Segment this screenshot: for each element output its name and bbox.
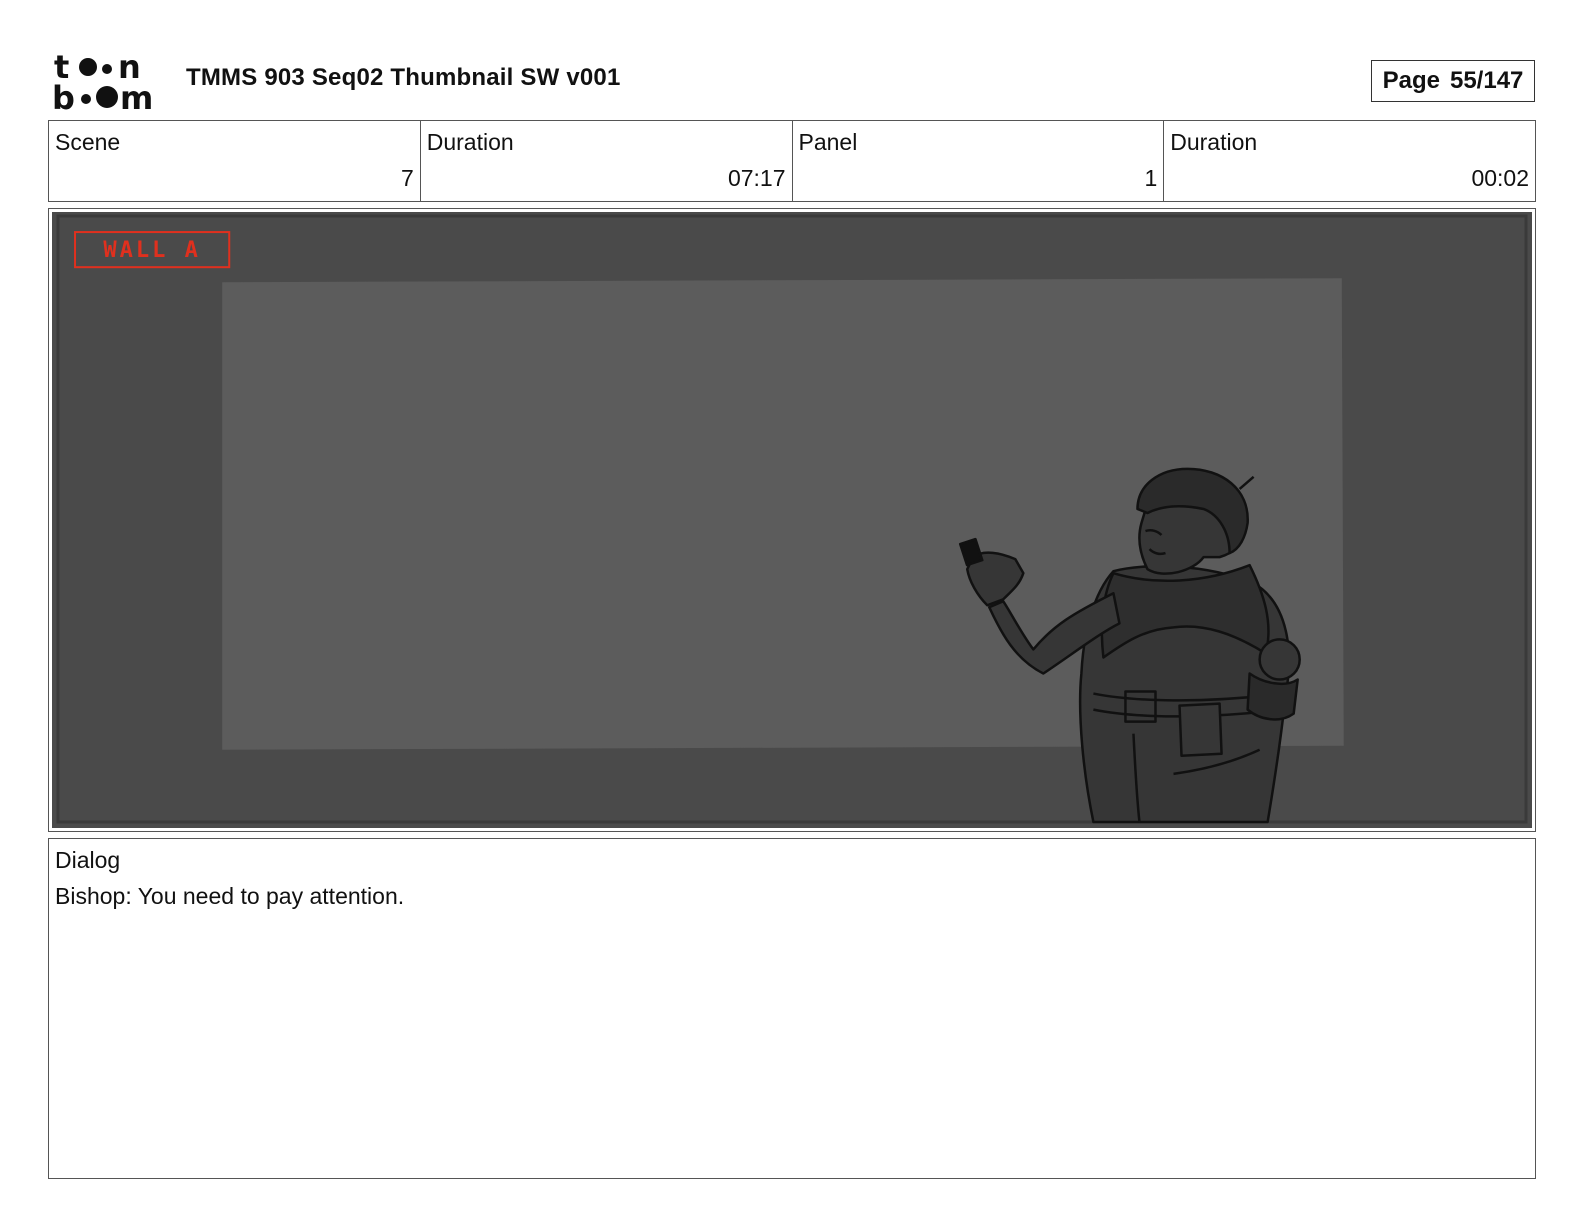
panel-duration-value: 00:02 [1471,165,1529,191]
panel-cell: Panel 1 [793,121,1165,201]
storyboard-panel: WALL A [48,208,1536,832]
scene-duration-value: 07:17 [727,165,786,191]
scene-label: Scene [55,129,121,155]
panel-duration-cell: Duration 00:02 [1164,121,1535,201]
panel-duration-label: Duration [1170,129,1258,155]
dialog-label: Dialog [55,847,121,873]
page-label: Page [1382,67,1440,94]
page-number: 55/147 [1449,67,1524,94]
svg-text:b: b [52,79,75,112]
panel-drawing: WALL A [52,212,1532,828]
page-indicator: Page 55/147 [1371,60,1535,102]
scene-duration-label: Duration [426,129,514,155]
panel-value: 1 [1144,165,1158,191]
document-title: TMMS 903 Seq02 Thumbnail SW v001 [186,64,621,91]
panel-label: Panel [798,129,858,155]
toon-boom-logo: t n b m [52,50,153,112]
dialog-section: Dialog Bishop: You need to pay attention… [48,838,1536,1179]
scene-info-table: Scene 7 Duration 07:17 Panel 1 Duration … [48,120,1536,202]
wall-tag-text: WALL A [103,238,201,263]
scene-value: 7 [400,165,414,191]
scene-cell: Scene 7 [49,121,421,201]
dialog-text: Bishop: You need to pay attention. [55,883,405,909]
svg-text:m: m [120,79,153,112]
scene-duration-cell: Duration 07:17 [421,121,793,201]
